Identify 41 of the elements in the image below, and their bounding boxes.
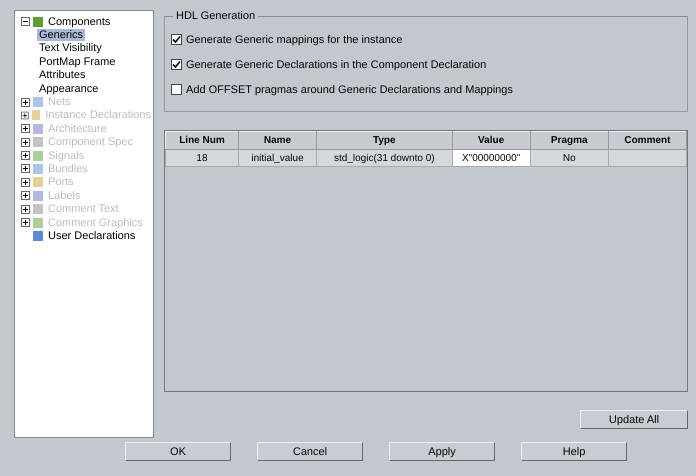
dialog-button[interactable]: Help: [521, 442, 627, 461]
table-cell: X"00000000": [452, 150, 530, 166]
group-title: HDL Generation: [173, 10, 258, 22]
tree-item[interactable]: User Declarations: [46, 230, 138, 242]
table-cell: 18: [166, 150, 238, 166]
column-header[interactable]: Pragma: [530, 132, 608, 150]
table-cell: initial_value: [238, 150, 317, 166]
expand-icon[interactable]: [21, 124, 30, 134]
checkbox[interactable]: [171, 59, 182, 70]
column-header[interactable]: Value: [452, 132, 530, 150]
dialog-button[interactable]: Cancel: [257, 442, 363, 461]
expand-icon[interactable]: [21, 178, 30, 187]
tree-item[interactable]: Attributes: [37, 69, 88, 82]
column-header[interactable]: Type: [316, 132, 452, 150]
collapse-icon[interactable]: [21, 17, 30, 26]
expand-icon[interactable]: [21, 98, 30, 107]
checkbox-label: Add OFFSET pragmas around Generic Declarations and Mappings: [186, 84, 513, 96]
expand-icon[interactable]: [21, 151, 30, 160]
table-cell: No: [530, 150, 608, 166]
column-header[interactable]: Comment: [608, 132, 686, 150]
expand-icon[interactable]: [21, 191, 30, 200]
expand-icon[interactable]: [21, 138, 30, 147]
dialog-button[interactable]: Apply: [389, 442, 495, 461]
tree-item[interactable]: Appearance: [37, 82, 100, 95]
checkbox-label: Generate Generic mappings for the instance: [186, 34, 402, 46]
update-all-button[interactable]: Update All: [580, 410, 688, 429]
tree-item[interactable]: Text Visibility: [37, 42, 104, 54]
expand-icon[interactable]: [21, 164, 30, 174]
checkbox-label: Generate Generic Declarations in the Component Declaration: [186, 58, 486, 70]
tree-item[interactable]: PortMap Frame: [37, 56, 118, 68]
dialog-button[interactable]: OK: [125, 442, 231, 461]
column-header[interactable]: Line Num: [166, 132, 238, 150]
expand-icon[interactable]: [21, 110, 29, 120]
checkbox[interactable]: [171, 34, 182, 45]
column-header[interactable]: Name: [238, 132, 317, 150]
expand-icon[interactable]: [21, 218, 30, 228]
checkbox[interactable]: [171, 84, 182, 95]
table-cell: std_logic(31 downto 0): [316, 150, 452, 166]
tree-item[interactable]: Generics: [37, 29, 86, 42]
tree-item[interactable]: Components: [46, 16, 112, 28]
expand-icon[interactable]: [21, 204, 30, 214]
